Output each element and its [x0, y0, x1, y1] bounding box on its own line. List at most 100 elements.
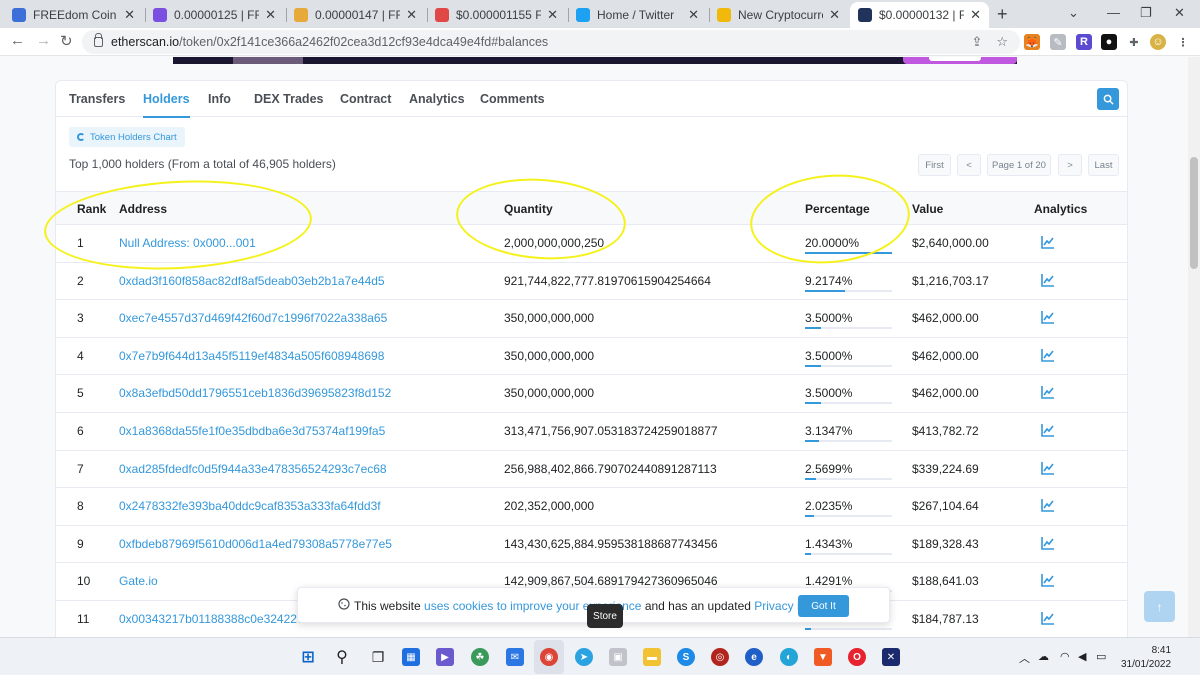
minimize-button[interactable]: — — [1107, 5, 1120, 20]
menu-kebab-icon[interactable]: ⋮ — [1175, 34, 1191, 50]
volume-icon[interactable]: ◀ — [1078, 650, 1086, 663]
tab-info[interactable]: Info — [208, 92, 231, 106]
task-view-icon[interactable]: ❐ — [369, 648, 387, 666]
analytics-chart-icon[interactable] — [1041, 235, 1055, 249]
close-window-button[interactable]: ✕ — [1174, 5, 1185, 21]
pager-first-button[interactable]: First — [918, 154, 951, 176]
puzzle-extensions-icon[interactable]: ✚ — [1126, 34, 1142, 50]
extension-icon[interactable]: ✎ — [1050, 34, 1066, 50]
tab-close-icon[interactable]: ✕ — [406, 7, 417, 23]
address-link[interactable]: 0x7e7b9f644d13a45f5119ef4834a505f6089486… — [119, 349, 384, 363]
percentage-bar-fill — [805, 252, 892, 254]
back-to-top-button[interactable]: ↑ — [1144, 591, 1175, 622]
mail-icon[interactable]: ✉ — [506, 648, 524, 666]
browser-tab[interactable]: New Cryptocurrency ✕ — [709, 2, 848, 28]
wifi-icon[interactable]: ◠ — [1060, 650, 1070, 663]
analytics-chart-icon[interactable] — [1041, 498, 1055, 512]
percentage-cell: 3.5000% — [805, 348, 853, 363]
address-link[interactable]: 0x00343217b01188388c0e32422782 — [119, 612, 317, 626]
browser-tab[interactable]: 0.00000125 | FREEUSD ✕ — [145, 2, 284, 28]
address-link[interactable]: 0x2478332fe393ba40ddc9caf8353a333fa64fdd… — [119, 499, 381, 513]
maximize-button[interactable]: ❐ — [1140, 5, 1152, 21]
analytics-chart-icon[interactable] — [1041, 423, 1055, 437]
opera-icon[interactable]: O — [848, 648, 866, 666]
skype-icon[interactable]: S — [677, 648, 695, 666]
widgets-icon[interactable]: ▦ — [402, 648, 420, 666]
new-tab-button[interactable]: + — [997, 4, 1008, 25]
address-link[interactable]: Gate.io — [119, 574, 158, 588]
browser-tab[interactable]: $0.000001155 FREE FR ✕ — [427, 2, 566, 28]
analytics-chart-icon[interactable] — [1041, 273, 1055, 287]
analytics-chart-icon[interactable] — [1041, 461, 1055, 475]
tab-close-icon[interactable]: ✕ — [970, 7, 981, 23]
got-it-button[interactable]: Got It — [798, 595, 849, 617]
profile-avatar[interactable]: ☺ — [1150, 34, 1166, 50]
tray-chevron-icon[interactable]: ︿ — [1019, 650, 1030, 666]
analytics-chart-icon[interactable] — [1041, 611, 1055, 625]
tab-close-icon[interactable]: ✕ — [124, 7, 135, 23]
tab-close-icon[interactable]: ✕ — [547, 7, 558, 23]
app-icon[interactable]: ✕ — [882, 648, 900, 666]
app-icon[interactable]: ☘ — [471, 648, 489, 666]
analytics-chart-icon[interactable] — [1041, 536, 1055, 550]
token-holders-chart-button[interactable]: Token Holders Chart — [69, 127, 185, 147]
edge-ie-icon[interactable]: e — [745, 648, 763, 666]
file-explorer-icon[interactable]: ▬ — [643, 648, 661, 666]
search-icon[interactable]: ⚲ — [333, 648, 351, 666]
address-link[interactable]: 0x1a8368da55fe1f0e35dbdba6e3d75374af199f… — [119, 424, 385, 438]
pager-next-button[interactable]: > — [1058, 154, 1082, 176]
tab-close-icon[interactable]: ✕ — [688, 7, 699, 23]
bookmark-star-icon[interactable]: ☆ — [996, 34, 1008, 50]
brave-icon[interactable]: ▼ — [814, 648, 832, 666]
forward-icon[interactable]: → — [36, 32, 51, 49]
address-link[interactable]: 0x8a3efbd50dd1796551ceb1836d39695823f8d1… — [119, 386, 391, 400]
store-icon[interactable]: ▣ — [609, 648, 627, 666]
tab-contract[interactable]: Contract — [340, 92, 391, 106]
tab-analytics[interactable]: Analytics — [409, 92, 465, 106]
system-clock[interactable]: 8:41 31/01/2022 — [1121, 644, 1171, 672]
browser-tab[interactable]: $0.00000132 | Free Co ✕ — [850, 2, 989, 28]
value-cell: $2,640,000.00 — [912, 236, 989, 250]
pager-last-button[interactable]: Last — [1088, 154, 1119, 176]
address-bar[interactable]: etherscan.io/token/0x2f141ce366a2462f02c… — [82, 30, 1020, 54]
percentage-bar — [805, 402, 892, 405]
cloud-icon[interactable]: ☁ — [1038, 650, 1049, 663]
page-scrollbar[interactable] — [1188, 57, 1200, 637]
ad-banner[interactable] — [173, 57, 1017, 64]
address-link[interactable]: 0xfbdeb87969f5610d006d1a4ed79308a5778e77… — [119, 537, 392, 551]
search-button[interactable] — [1097, 88, 1119, 110]
share-icon[interactable]: ⇪ — [971, 34, 982, 50]
tab-search-icon[interactable]: ⌄ — [1068, 5, 1079, 21]
reload-icon[interactable]: ↻ — [60, 32, 73, 50]
pager-prev-button[interactable]: < — [957, 154, 981, 176]
tab-comments[interactable]: Comments — [480, 92, 545, 106]
extension-icon[interactable]: R — [1076, 34, 1092, 50]
tab-dex-trades[interactable]: DEX Trades — [254, 92, 323, 106]
quantity-cell: 2,000,000,000,250 — [504, 236, 605, 250]
browser-tab[interactable]: FREEdom Coin price t ✕ — [4, 2, 143, 28]
tab-close-icon[interactable]: ✕ — [829, 7, 840, 23]
extension-icon[interactable]: ● — [1101, 34, 1117, 50]
chrome-icon[interactable]: ◉ — [540, 648, 558, 666]
address-link[interactable]: 0xec7e4557d37d469f42f60d7c1996f7022a338a… — [119, 311, 387, 325]
browser-icon[interactable]: ◎ — [711, 648, 729, 666]
metamask-extension-icon[interactable]: 🦊 — [1024, 34, 1040, 50]
tab-transfers[interactable]: Transfers — [69, 92, 125, 106]
address-link[interactable]: Null Address: 0x000...001 — [119, 236, 256, 250]
battery-icon[interactable]: ▭ — [1096, 650, 1106, 663]
teams-chat-icon[interactable]: ▶ — [436, 648, 454, 666]
start-windows-icon[interactable]: ⊞ — [299, 648, 317, 666]
address-link[interactable]: 0xad285fdedfc0d5f944a33e478356524293c7ec… — [119, 462, 387, 476]
tab-holders[interactable]: Holders — [143, 92, 190, 118]
analytics-chart-icon[interactable] — [1041, 573, 1055, 588]
address-link[interactable]: 0xdad3f160f858ac82df8af5deab03eb2b1a7e44… — [119, 274, 385, 288]
tab-close-icon[interactable]: ✕ — [265, 7, 276, 23]
analytics-chart-icon[interactable] — [1041, 385, 1055, 400]
browser-tab[interactable]: 0.00000147 | FREEUSD ✕ — [286, 2, 425, 28]
telegram-icon[interactable]: ➤ — [575, 648, 593, 666]
back-icon[interactable]: ← — [10, 32, 25, 49]
analytics-chart-icon[interactable] — [1041, 310, 1055, 324]
edge-icon[interactable]: ◐ — [780, 648, 798, 666]
browser-tab[interactable]: Home / Twitter ✕ — [568, 2, 707, 28]
analytics-chart-icon[interactable] — [1041, 348, 1055, 362]
